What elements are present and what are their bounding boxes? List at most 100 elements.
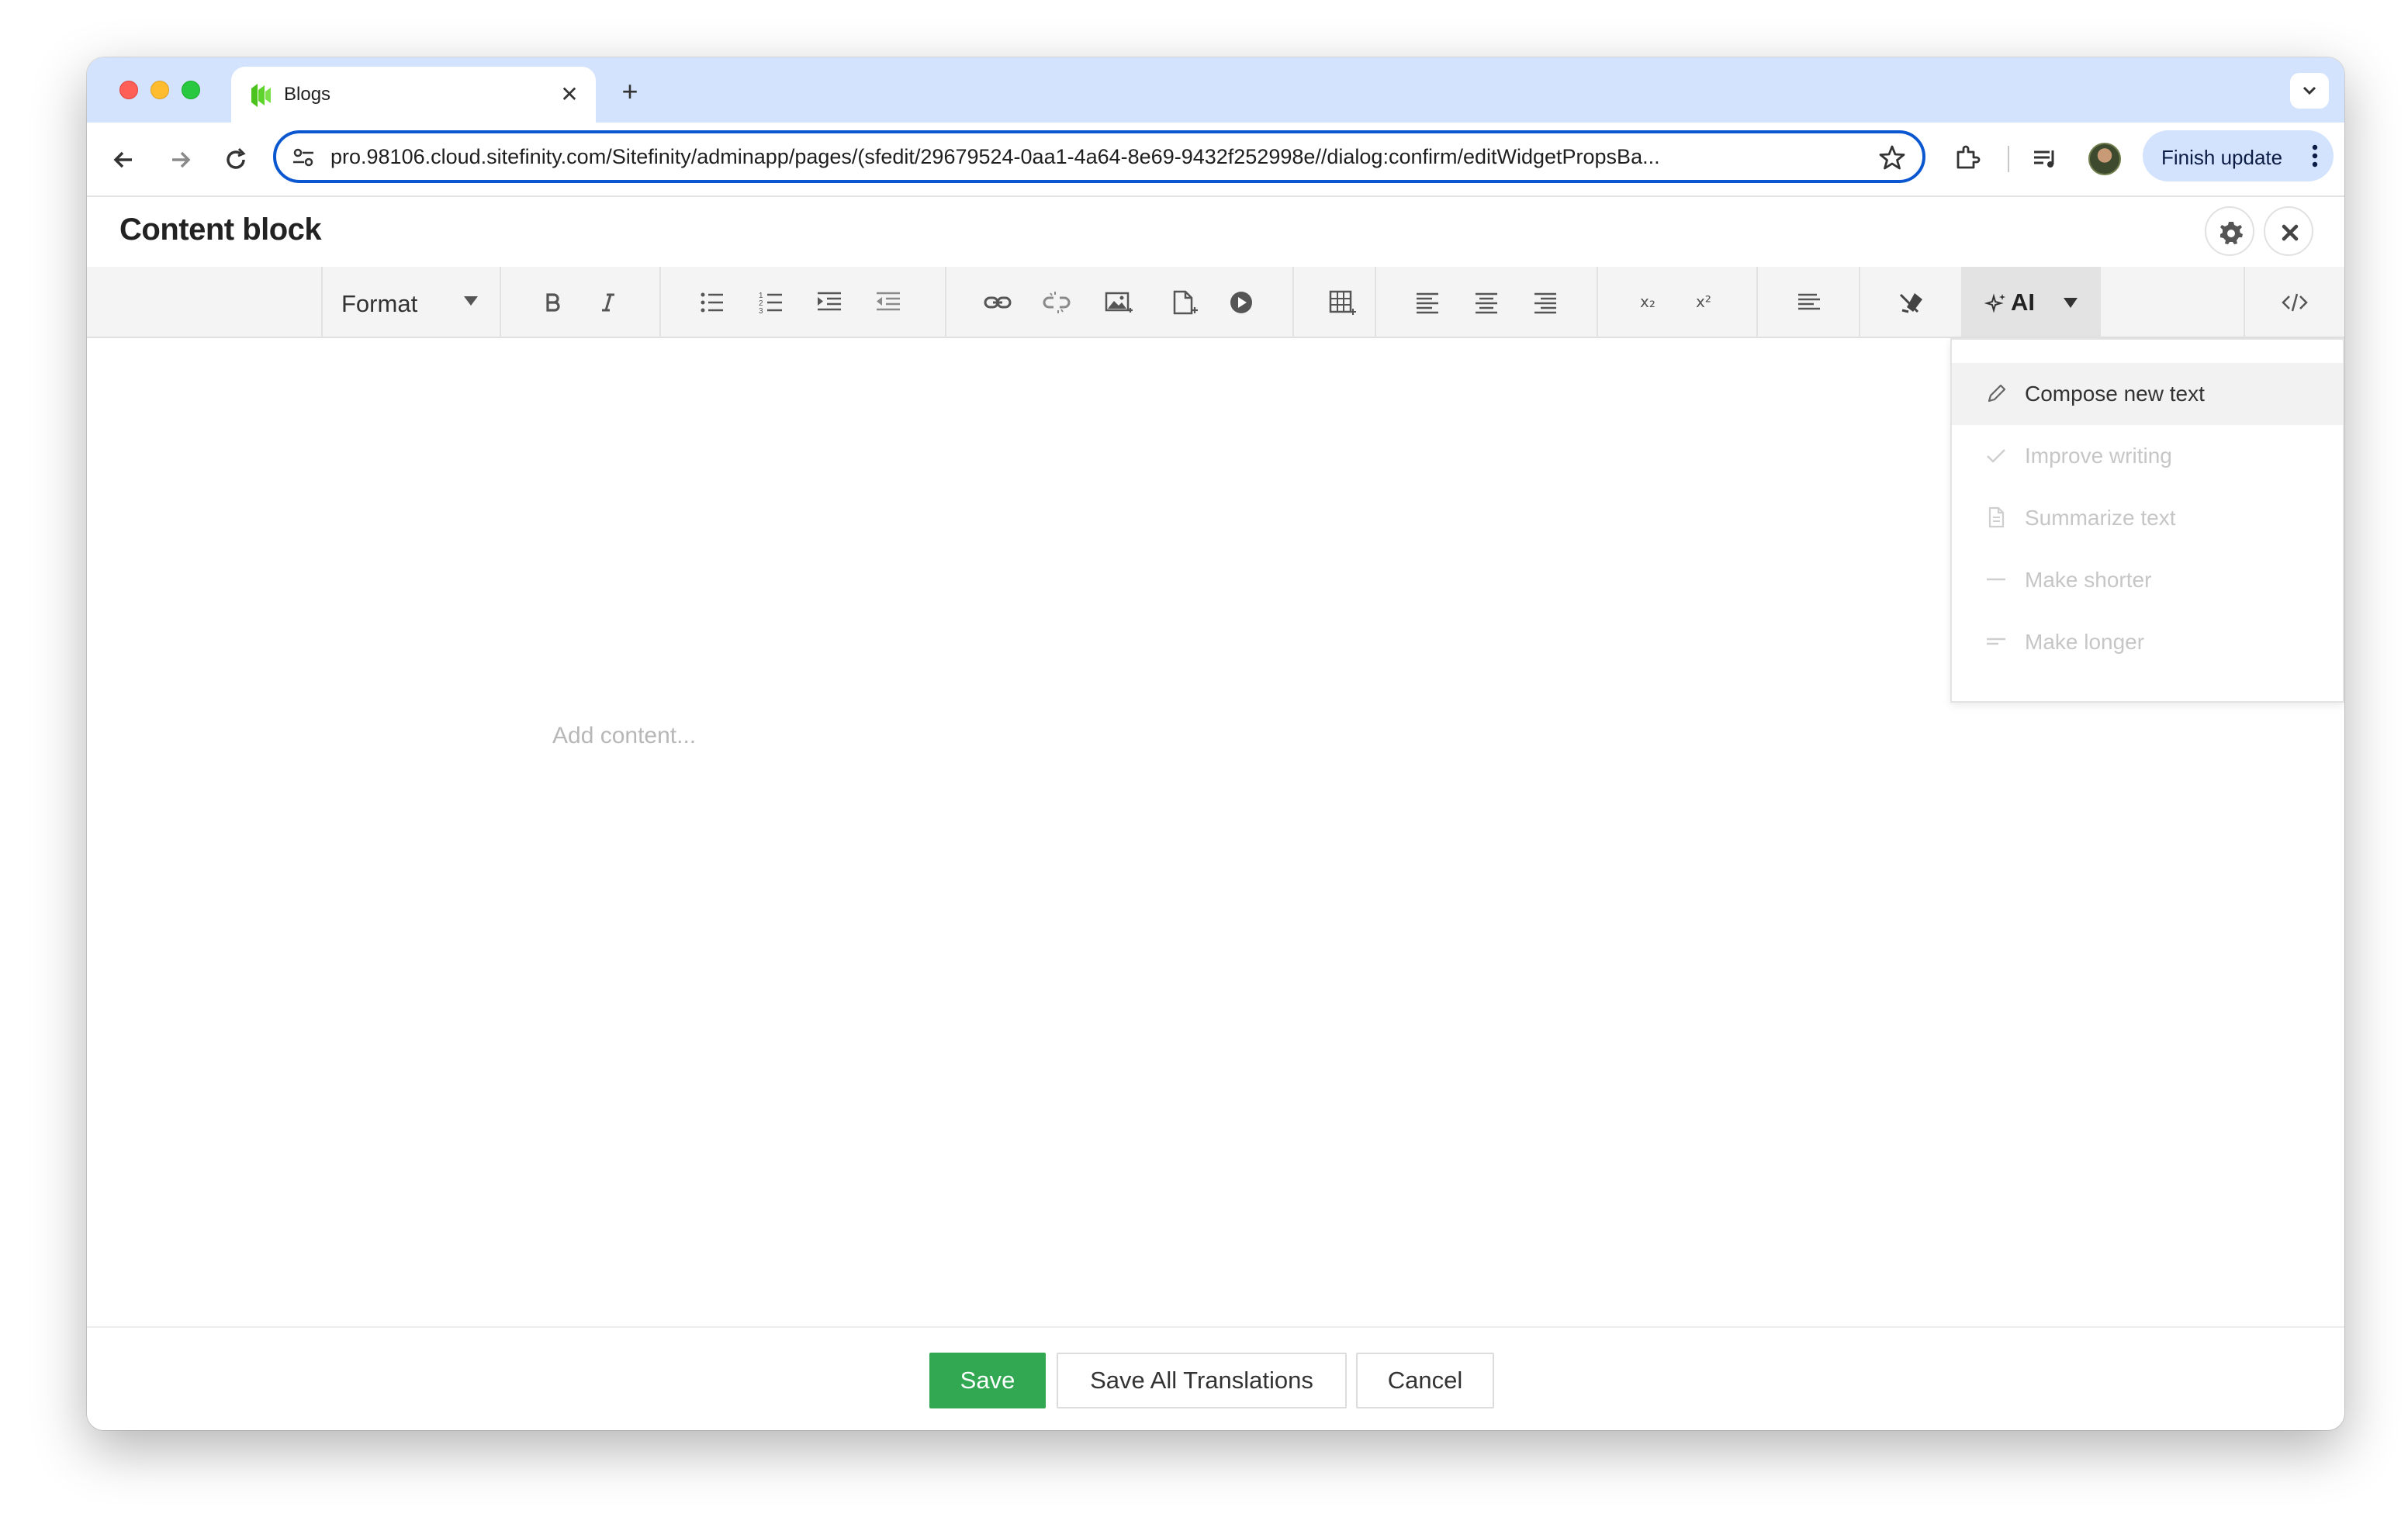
ai-menu-item-label: Make shorter [2025, 568, 2152, 592]
back-arrow-icon[interactable] [106, 141, 143, 178]
eraser-icon [1899, 293, 1922, 313]
dialog-title: Content block [119, 213, 322, 247]
browser-toolbar: pro.98106.cloud.sitefinity.com/Sitefinit… [87, 123, 2344, 197]
ai-label: AI [2011, 289, 2035, 316]
ai-menu-item-shorter[interactable]: Make shorter [1952, 549, 2343, 611]
svg-text:3: 3 [759, 307, 763, 316]
more-vert-icon [2312, 144, 2318, 168]
insert-table-button[interactable] [1323, 284, 1361, 321]
superscript-button[interactable]: x² [1688, 284, 1725, 321]
sitefinity-logo-icon [251, 84, 271, 107]
align-center-button[interactable] [1468, 284, 1505, 321]
save-all-translations-button[interactable]: Save All Translations [1057, 1353, 1347, 1408]
outdent-icon [877, 292, 900, 311]
bulleted-list-icon [701, 292, 723, 313]
ai-dropdown-button[interactable]: AI [1961, 267, 2101, 338]
code-icon [2282, 293, 2308, 312]
numbered-list-icon: 1 2 3 [759, 292, 782, 316]
unlink-button[interactable] [1038, 284, 1075, 321]
toolbar-separator [2008, 146, 2009, 172]
insert-document-button[interactable] [1165, 284, 1202, 321]
editor-toolbar: Format 1 2 3 x₂ x² AI [87, 267, 2344, 338]
insert-video-button[interactable] [1223, 284, 1260, 321]
unlink-icon [1043, 292, 1071, 313]
numbered-list-button[interactable]: 1 2 3 [752, 284, 790, 321]
maximize-window-button[interactable] [182, 81, 200, 99]
align-right-button[interactable] [1527, 284, 1564, 321]
ai-menu-item-improve[interactable]: Improve writing [1952, 425, 2343, 487]
url-text[interactable]: pro.98106.cloud.sitefinity.com/Sitefinit… [330, 145, 1851, 169]
long-lines-icon [1987, 638, 2005, 645]
toolbar-separator [1292, 267, 1294, 338]
subscript-icon: x₂ [1640, 292, 1656, 311]
document-add-icon [1173, 290, 1198, 315]
ai-menu-item-longer[interactable]: Make longer [1952, 611, 2343, 673]
settings-button[interactable] [2205, 206, 2254, 256]
insert-image-button[interactable] [1100, 284, 1137, 321]
pencil-icon [1988, 384, 2006, 403]
cancel-button[interactable]: Cancel [1356, 1353, 1494, 1408]
svg-text:x²: x² [1696, 292, 1711, 311]
toolbar-separator [945, 267, 946, 338]
gear-icon [2220, 222, 2243, 244]
italic-icon [602, 293, 614, 312]
format-label: Format [341, 290, 418, 317]
bookmark-star-icon[interactable] [1877, 143, 1907, 172]
insert-link-button[interactable] [979, 284, 1016, 321]
finish-update-button[interactable]: Finish update [2143, 130, 2334, 181]
bulleted-list-button[interactable] [694, 284, 731, 321]
table-icon [1329, 290, 1356, 315]
toolbar-separator [1859, 267, 1860, 338]
site-settings-icon[interactable] [290, 144, 317, 171]
save-button[interactable]: Save [929, 1353, 1046, 1408]
indent-button[interactable] [811, 284, 849, 321]
profile-avatar[interactable] [2088, 143, 2121, 175]
superscript-icon: x² [1696, 292, 1711, 311]
tab-title: Blogs [284, 84, 331, 105]
close-window-button[interactable] [119, 81, 138, 99]
forward-arrow-icon[interactable] [161, 141, 199, 178]
image-icon [1105, 292, 1133, 313]
align-center-icon [1476, 292, 1497, 314]
document-icon [1988, 506, 2005, 528]
editor-placeholder: Add content... [552, 723, 697, 748]
align-right-icon [1534, 292, 1556, 314]
toolbar-separator [1375, 267, 1376, 338]
new-tab-button[interactable]: + [614, 76, 645, 107]
ai-menu-item-label: Compose new text [2025, 382, 2205, 406]
ai-menu-item-summarize[interactable]: Summarize text [1952, 487, 2343, 549]
toolbar-separator [500, 267, 501, 338]
paragraph-format-button[interactable] [1790, 284, 1828, 321]
check-icon [1987, 449, 2005, 463]
extensions-puzzle-icon[interactable] [1952, 143, 1983, 174]
align-left-icon [1417, 292, 1438, 314]
link-icon [984, 296, 1012, 309]
html-source-button[interactable] [2276, 284, 2313, 321]
close-dialog-button[interactable] [2264, 206, 2313, 256]
toolbar-separator [1756, 267, 1758, 338]
minimize-window-button[interactable] [150, 81, 169, 99]
clear-formatting-button[interactable] [1891, 284, 1929, 321]
bold-icon [546, 293, 560, 312]
caret-down-icon [2064, 298, 2078, 308]
ai-menu-item-label: Summarize text [2025, 506, 2176, 530]
toolbar-separator [659, 267, 661, 338]
outdent-button[interactable] [870, 284, 908, 321]
browser-tab-blogs[interactable]: Blogs ✕ [231, 67, 596, 123]
tab-close-icon[interactable]: ✕ [555, 81, 583, 109]
italic-button[interactable] [590, 284, 627, 321]
svg-text:x₂: x₂ [1640, 292, 1656, 311]
format-dropdown[interactable]: Format [323, 267, 498, 338]
browser-window: Blogs ✕ + pro.98106.cloud.sitefinity.com… [87, 57, 2344, 1430]
align-left-button[interactable] [1409, 284, 1446, 321]
bold-button[interactable] [534, 284, 571, 321]
close-icon [2282, 224, 2299, 241]
subscript-button[interactable]: x₂ [1632, 284, 1669, 321]
ai-menu-item-compose[interactable]: Compose new text [1952, 363, 2343, 425]
address-bar[interactable]: pro.98106.cloud.sitefinity.com/Sitefinit… [273, 130, 1925, 183]
tab-search-button[interactable] [2290, 73, 2329, 109]
media-controls-icon[interactable] [2029, 143, 2060, 174]
paragraph-icon [1798, 293, 1820, 310]
reload-icon[interactable] [217, 141, 254, 178]
chevron-down-icon [2302, 86, 2316, 95]
